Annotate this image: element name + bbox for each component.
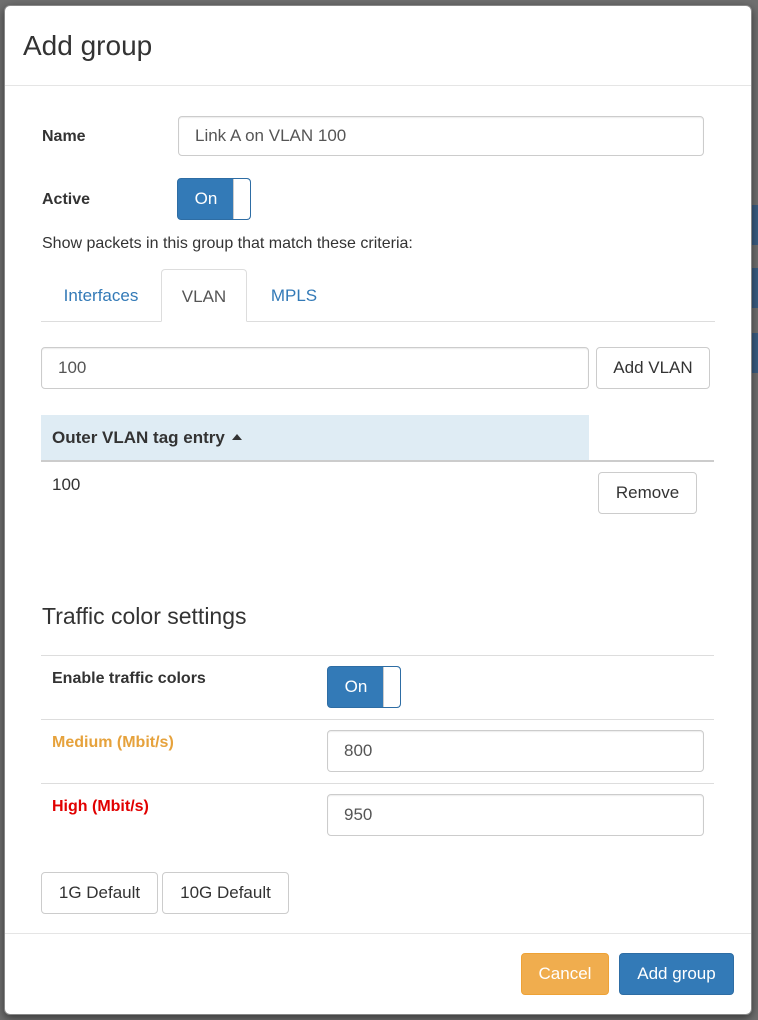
high-threshold-input[interactable] (327, 794, 704, 836)
active-label: Active (42, 191, 91, 208)
cancel-button[interactable]: Cancel (521, 953, 609, 995)
enable-traffic-colors-label: Enable traffic colors (52, 670, 206, 687)
vlan-table-header[interactable]: Outer VLAN tag entry (41, 415, 589, 461)
modal-header: Add group (5, 6, 751, 86)
add-group-modal: Add group Name Active On Show packets in… (4, 5, 752, 1015)
tab-interfaces[interactable]: Interfaces (47, 269, 155, 322)
1g-default-button[interactable]: 1G Default (41, 872, 158, 914)
vlan-input[interactable] (41, 347, 589, 389)
medium-threshold-label: Medium (Mbit/s) (52, 734, 174, 751)
divider (41, 783, 714, 784)
remove-vlan-button[interactable]: Remove (598, 472, 697, 514)
toggle-knob (233, 179, 250, 219)
traffic-section-title: Traffic color settings (42, 603, 247, 629)
enable-traffic-colors-toggle[interactable]: On (327, 666, 401, 708)
sort-ascending-icon (231, 433, 242, 440)
vlan-table-header-label: Outer VLAN tag entry (52, 428, 225, 447)
toggle-knob (383, 667, 400, 707)
divider (41, 719, 714, 720)
high-threshold-label: High (Mbit/s) (52, 798, 149, 815)
divider (41, 655, 714, 656)
tab-vlan[interactable]: VLAN (161, 269, 247, 322)
enable-toggle-label: On (344, 677, 368, 696)
modal-footer-divider (5, 933, 751, 934)
add-vlan-button[interactable]: Add VLAN (596, 347, 710, 389)
active-toggle[interactable]: On (177, 178, 251, 220)
name-input[interactable] (178, 116, 704, 156)
criteria-text: Show packets in this group that match th… (42, 235, 413, 252)
table-header-divider (41, 460, 714, 462)
medium-threshold-input[interactable] (327, 730, 704, 772)
active-toggle-label: On (194, 189, 218, 208)
tab-mpls[interactable]: MPLS (255, 269, 333, 322)
vlan-table-cell: 100 (52, 475, 81, 494)
add-group-button[interactable]: Add group (619, 953, 734, 995)
modal-title: Add group (23, 30, 153, 61)
10g-default-button[interactable]: 10G Default (162, 872, 289, 914)
name-label: Name (42, 128, 86, 145)
